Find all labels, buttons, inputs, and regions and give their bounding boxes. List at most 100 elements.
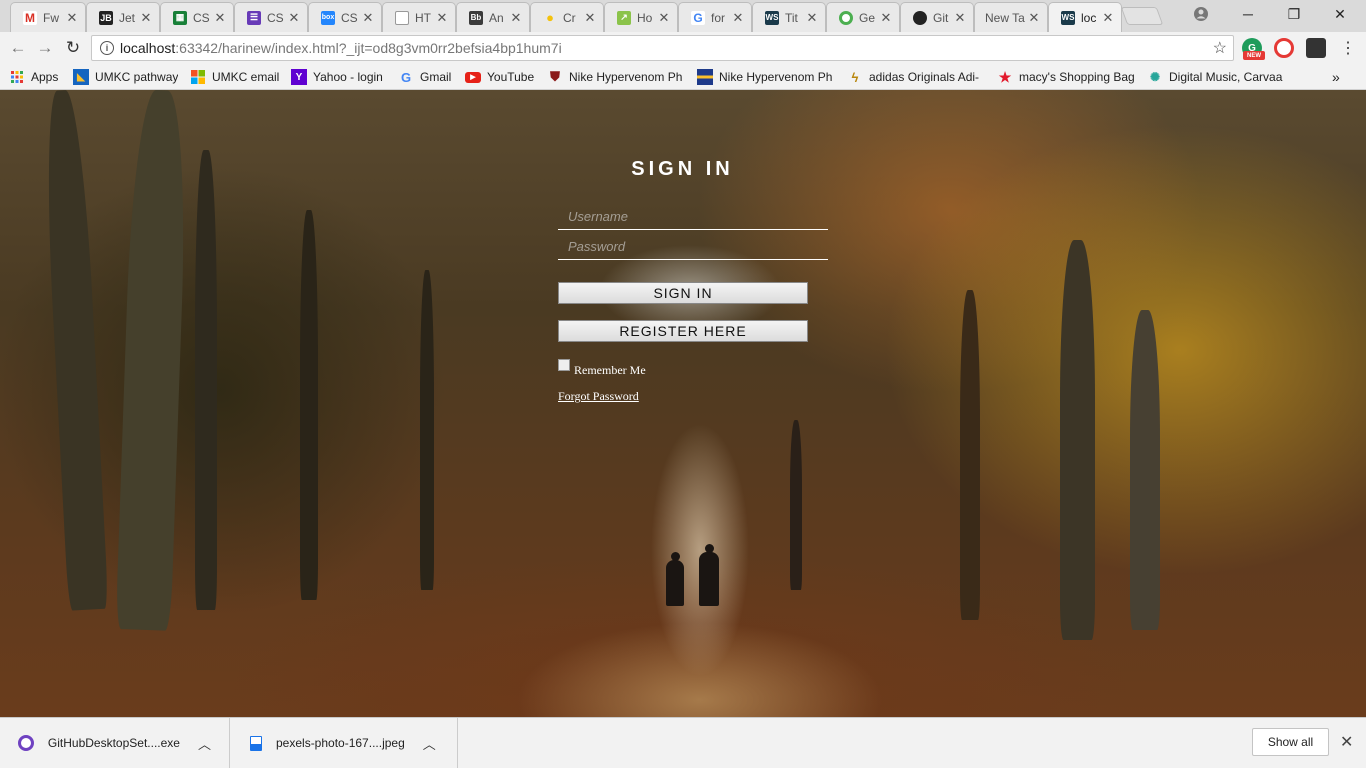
forward-icon[interactable]: →: [35, 38, 55, 58]
signin-button[interactable]: SIGN IN: [558, 282, 808, 304]
close-icon[interactable]: ✕: [1101, 10, 1115, 26]
tab-9[interactable]: ↗ Ho ✕: [604, 2, 678, 32]
jetbrains-icon: JB: [99, 10, 113, 25]
window-close-icon[interactable]: ✕: [1317, 0, 1363, 28]
bookmark-apps[interactable]: Apps: [9, 68, 58, 86]
bookmark-label: Digital Music, Carvaa: [1169, 70, 1283, 84]
tab-4[interactable]: ☰ CS ✕: [234, 2, 308, 32]
bookmark-gmail[interactable]: G Gmail: [398, 68, 451, 86]
tab-title: Ge: [859, 10, 876, 25]
download-item[interactable]: pexels-photo-167....jpeg ︿: [230, 718, 458, 768]
tab-title: for: [711, 10, 726, 25]
bookmark-nike-2[interactable]: Nike Hypervenom Ph: [697, 68, 834, 86]
address-bar[interactable]: i localhost:63342/harinew/index.html?_ij…: [91, 35, 1234, 61]
google-icon: G: [691, 10, 705, 25]
close-icon[interactable]: ✕: [65, 10, 79, 26]
close-icon[interactable]: ✕: [139, 10, 153, 26]
close-icon[interactable]: ✕: [361, 10, 375, 26]
forms-icon: ☰: [247, 10, 261, 25]
menu-icon[interactable]: ⋮: [1338, 38, 1358, 58]
page-viewport: SIGN IN SIGN IN REGISTER HERE Remember M…: [0, 90, 1366, 717]
bookmark-umkc-pathway[interactable]: ◣ UMKC pathway: [73, 68, 178, 86]
bookmark-label: Gmail: [420, 70, 452, 84]
tab-10[interactable]: G for ✕: [678, 2, 752, 32]
tab-8[interactable]: ● Cr ✕: [530, 2, 604, 32]
bookmark-umkc-email[interactable]: UMKC email: [190, 68, 279, 86]
bookmark-label: macy's Shopping Bag: [1019, 70, 1134, 84]
url-text[interactable]: localhost:63342/harinew/index.html?_ijt=…: [120, 40, 562, 56]
remember-me[interactable]: Remember Me: [558, 355, 646, 378]
bookmark-nike-1[interactable]: ⛊ Nike Hypervenom Ph: [547, 68, 685, 86]
tab-2[interactable]: JB Jet ✕: [86, 2, 160, 32]
tab-title: Cr: [563, 10, 576, 25]
close-icon[interactable]: ✕: [435, 10, 449, 26]
tab-14[interactable]: New Ta ✕: [974, 2, 1048, 32]
chevron-up-icon[interactable]: ︿: [423, 734, 436, 753]
bookmark-label: Nike Hypervenom Ph: [569, 70, 683, 84]
register-button[interactable]: REGISTER HERE: [558, 320, 808, 342]
close-icon[interactable]: ✕: [805, 10, 819, 26]
close-icon[interactable]: ✕: [287, 10, 301, 26]
chrome-icon: [839, 10, 853, 25]
github-icon: [913, 10, 927, 25]
tab-7[interactable]: Bb An ✕: [456, 2, 530, 32]
shoe-box-icon: [697, 69, 713, 85]
download-filename: GitHubDesktopSet....exe: [47, 736, 180, 750]
minimize-icon[interactable]: ─: [1225, 0, 1271, 28]
tab-3[interactable]: ▦ CS ✕: [160, 2, 234, 32]
avatar-extension-icon[interactable]: [1306, 38, 1326, 58]
close-icon[interactable]: ✕: [879, 10, 893, 26]
tab-1[interactable]: M Fw ✕: [10, 2, 86, 32]
close-icon[interactable]: ✕: [509, 10, 523, 26]
username-input[interactable]: [558, 204, 828, 230]
back-icon[interactable]: ←: [8, 38, 28, 58]
download-shelf: GitHubDesktopSet....exe ︿ pexels-photo-1…: [0, 717, 1366, 768]
bookmarks-bar: Apps ◣ UMKC pathway UMKC email Y Yahoo -…: [0, 64, 1366, 90]
new-tab-button[interactable]: [1120, 7, 1164, 25]
reload-icon[interactable]: ↻: [63, 38, 83, 58]
bookmark-yahoo[interactable]: Y Yahoo - login: [291, 68, 383, 86]
close-icon[interactable]: ✕: [731, 10, 745, 26]
bookmark-macys[interactable]: ★ macy's Shopping Bag: [997, 68, 1134, 86]
bookmark-adidas[interactable]: ϟ adidas Originals Adi-: [847, 68, 984, 86]
google-icon: G: [400, 69, 412, 85]
bookmark-youtube[interactable]: ▶ YouTube: [465, 68, 534, 86]
download-filename: pexels-photo-167....jpeg: [276, 736, 405, 750]
tab-6[interactable]: HT ✕: [382, 2, 456, 32]
close-icon[interactable]: ✕: [953, 10, 967, 26]
chart-icon: ↗: [617, 10, 631, 25]
webstorm-icon: WS: [765, 10, 779, 25]
close-icon[interactable]: ✕: [213, 10, 227, 26]
profile-icon[interactable]: [1178, 0, 1224, 28]
tab-12[interactable]: Ge ✕: [826, 2, 900, 32]
close-icon[interactable]: ✕: [657, 10, 671, 26]
blackboard-icon: Bb: [469, 10, 483, 25]
lightning-icon: ϟ: [851, 69, 859, 85]
bookmarks-overflow-icon[interactable]: »: [1332, 68, 1340, 86]
show-all-button[interactable]: Show all: [1252, 728, 1329, 756]
box-icon: box: [321, 10, 335, 25]
tab-11[interactable]: WS Tit ✕: [752, 2, 826, 32]
download-item[interactable]: GitHubDesktopSet....exe ︿: [0, 718, 230, 768]
chevron-up-icon[interactable]: ︿: [198, 734, 211, 753]
bookmark-label: UMKC email: [212, 70, 280, 84]
tab-15-active[interactable]: WS loc ✕: [1048, 2, 1122, 32]
close-icon[interactable]: ✕: [583, 10, 597, 26]
close-icon[interactable]: ✕: [1027, 10, 1041, 26]
remember-checkbox[interactable]: [558, 358, 570, 371]
password-input[interactable]: [558, 234, 828, 260]
yahoo-icon: Y: [291, 69, 307, 85]
tab-13[interactable]: Git ✕: [900, 2, 974, 32]
forgot-password-link[interactable]: Forgot Password: [558, 389, 639, 404]
tab-5[interactable]: box CS ✕: [308, 2, 382, 32]
bookmark-digital-music[interactable]: ✺ Digital Music, Carvaa: [1147, 68, 1283, 86]
bookmark-star-icon[interactable]: ☆: [1213, 38, 1227, 58]
tab-title: New Ta: [985, 10, 1025, 25]
apps-grid-icon: [9, 69, 25, 85]
bulb-icon: ●: [546, 10, 554, 25]
restore-icon[interactable]: ❐: [1271, 0, 1317, 28]
close-icon[interactable]: ✕: [1340, 732, 1353, 752]
opera-extension-icon[interactable]: [1274, 38, 1294, 58]
info-icon[interactable]: i: [100, 41, 114, 55]
tab-title: Git: [933, 10, 949, 25]
